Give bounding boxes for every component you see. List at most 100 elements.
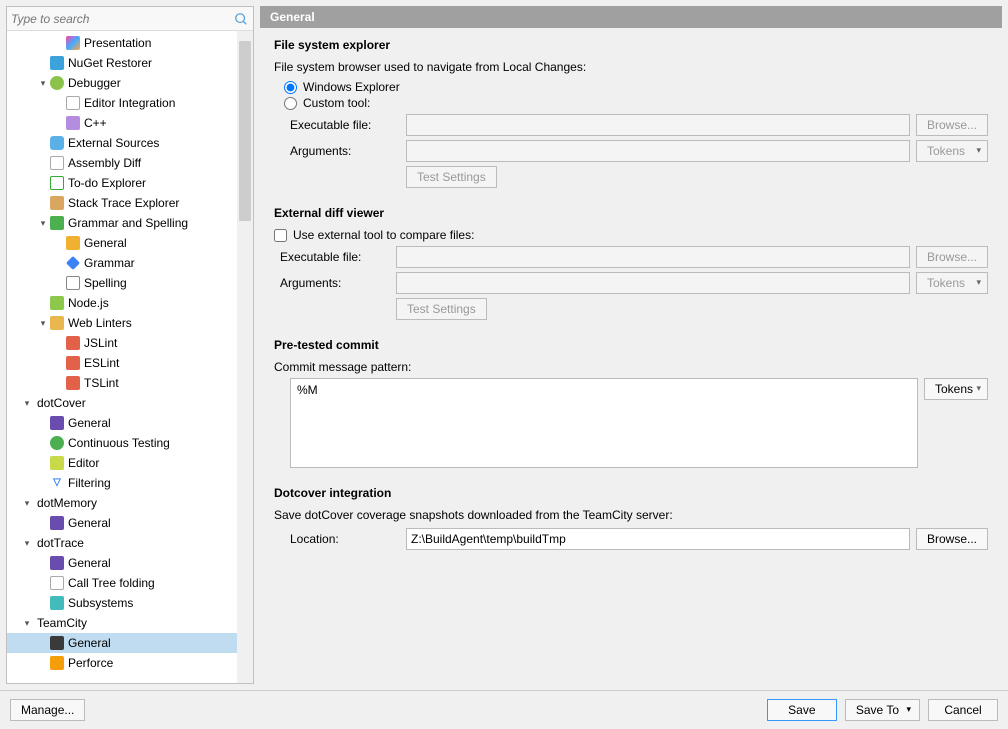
tree-item-label: Grammar and Spelling [68,216,188,230]
tree-item-label: TeamCity [37,616,87,630]
checkbox-input-external-tool[interactable] [274,229,287,242]
arguments-input[interactable] [396,272,910,294]
browse-button[interactable]: Browse... [916,246,988,268]
commit-pattern-label: Commit message pattern: [274,360,988,374]
tree-item-cpp[interactable]: C++ [7,113,253,133]
section-title: File system explorer [274,38,988,52]
radio-label: Custom tool: [303,96,370,110]
tree-item-grammar-general[interactable]: General [7,233,253,253]
expand-arrow-icon[interactable]: ▾ [37,218,49,229]
browse-button[interactable]: Browse... [916,528,988,550]
tree-item-external-sources[interactable]: External Sources [7,133,253,153]
cancel-button[interactable]: Cancel [928,699,998,721]
tree-item-external-sources-icon [49,135,65,151]
tree-item-filtering-icon: ▽ [49,475,65,491]
checkbox-label: Use external tool to compare files: [293,228,474,242]
tree-item-dottrace[interactable]: ▾dotTrace [7,533,253,553]
tree-item-teamcity[interactable]: ▾ TeamCity [7,613,253,633]
tokens-button[interactable]: Tokens [916,140,988,162]
expand-arrow-icon[interactable]: ▾ [21,538,33,549]
radio-input-windows-explorer[interactable] [284,81,297,94]
radio-windows-explorer[interactable]: Windows Explorer [284,80,988,94]
expand-arrow-icon[interactable]: ▾ [21,498,33,509]
tree-item-label: Web Linters [68,316,132,330]
tree-item-dotcover-general[interactable]: General [7,413,253,433]
tree-item-subsystems[interactable]: Subsystems [7,593,253,613]
tree-item-label: Presentation [84,36,151,50]
tree-item-dotcover-editor-icon [49,455,65,471]
tree-item-jslint[interactable]: JSLint [7,333,253,353]
executable-file-input[interactable] [396,246,910,268]
search-input[interactable] [11,12,233,26]
manage-button[interactable]: Manage... [10,699,85,721]
tree-item-todo-explorer[interactable]: To-do Explorer [7,173,253,193]
tree-item-label: Debugger [68,76,121,90]
tree-item-presentation[interactable]: Presentation [7,33,253,53]
expand-arrow-icon[interactable]: ▾ [37,318,49,329]
executable-file-input[interactable] [406,114,910,136]
tree-item-dotmemory-general[interactable]: General [7,513,253,533]
tree-item-assembly-diff[interactable]: Assembly Diff [7,153,253,173]
tree-item-continuous-testing[interactable]: Continuous Testing [7,433,253,453]
save-button[interactable]: Save [767,699,837,721]
tree-item-eslint[interactable]: ESLint [7,353,253,373]
scrollbar-thumb[interactable] [239,41,251,221]
tree-item-stack-trace-explorer[interactable]: Stack Trace Explorer [7,193,253,213]
tree-item-debugger[interactable]: ▾ Debugger [7,73,253,93]
tree-item-nuget-restorer[interactable]: NuGet Restorer [7,53,253,73]
tree-item-call-tree-folding[interactable]: Call Tree folding [7,573,253,593]
tree-item-dotcover-editor[interactable]: Editor [7,453,253,473]
tokens-button[interactable]: Tokens [916,272,988,294]
tree-item-cpp-icon [65,115,81,131]
search-box [7,7,253,31]
search-icon[interactable] [233,11,249,27]
tree-item-continuous-testing-icon [49,435,65,451]
tree-item-dottrace-general[interactable]: General [7,553,253,573]
checkbox-use-external-tool[interactable]: Use external tool to compare files: [274,228,988,242]
browse-button[interactable]: Browse... [916,114,988,136]
tree-item-label: Subsystems [68,596,133,610]
executable-file-label: Executable file: [280,250,390,264]
tree-item-label: dotCover [37,396,86,410]
tokens-button[interactable]: Tokens [924,378,988,400]
radio-label: Windows Explorer [303,80,400,94]
tree-item-dotcover[interactable]: ▾ dotCover [7,393,253,413]
tree-item-grammar[interactable]: Grammar [7,253,253,273]
tree-item-grammar-general-icon [65,235,81,251]
content-body: File system explorer File system browser… [260,28,1002,684]
tree-item-perforce[interactable]: Perforce [7,653,253,673]
tree-item-tslint[interactable]: TSLint [7,373,253,393]
radio-custom-tool[interactable]: Custom tool: [284,96,988,110]
arguments-input[interactable] [406,140,910,162]
test-settings-button[interactable]: Test Settings [396,298,487,320]
content-header: General [260,6,1002,28]
tree-item-label: ESLint [84,356,119,370]
expand-arrow-icon[interactable]: ▾ [21,618,33,629]
radio-input-custom-tool[interactable] [284,97,297,110]
tree-item-label: External Sources [68,136,159,150]
executable-file-label: Executable file: [290,118,400,132]
tree-item-dotmemory[interactable]: ▾dotMemory [7,493,253,513]
footer: Manage... Save Save To Cancel [0,690,1008,729]
tree-item-filtering[interactable]: ▽Filtering [7,473,253,493]
tree-item-dottrace-general-icon [49,555,65,571]
tree-item-spelling[interactable]: Spelling [7,273,253,293]
section-title: Dotcover integration [274,486,988,500]
section-external-diff-viewer: External diff viewer Use external tool t… [274,206,988,320]
location-input[interactable] [406,528,910,550]
tree-item-grammar-spelling[interactable]: ▾ Grammar and Spelling [7,213,253,233]
tree-item-teamcity-general[interactable]: General [7,633,253,653]
expand-arrow-icon[interactable]: ▾ [37,78,49,89]
scrollbar[interactable] [237,31,253,683]
tree-item-grammar-icon [65,255,81,271]
tree-item-label: Editor [68,456,99,470]
settings-tree[interactable]: Presentation NuGet Restorer ▾ Debugger Edito… [7,31,253,683]
sidebar: Presentation NuGet Restorer ▾ Debugger Edito… [6,6,254,684]
tree-item-nodejs[interactable]: Node.js [7,293,253,313]
save-to-button[interactable]: Save To [845,699,920,721]
commit-pattern-textarea[interactable] [290,378,918,468]
expand-arrow-icon[interactable]: ▾ [21,398,33,409]
tree-item-web-linters[interactable]: ▾ Web Linters [7,313,253,333]
tree-item-editor-integration[interactable]: Editor Integration [7,93,253,113]
test-settings-button[interactable]: Test Settings [406,166,497,188]
